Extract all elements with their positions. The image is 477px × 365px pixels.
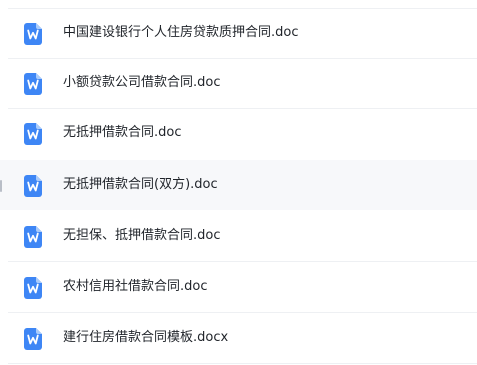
divider bbox=[8, 363, 477, 364]
file-name[interactable]: 无抵押借款合同(双方).doc bbox=[63, 160, 218, 210]
word-doc-icon bbox=[24, 175, 42, 197]
divider bbox=[8, 261, 477, 262]
file-row-3[interactable]: 无抵押借款合同.doc bbox=[0, 109, 477, 157]
file-row-5[interactable]: 无担保、抵押借款合同.doc bbox=[0, 212, 477, 260]
file-row-1[interactable]: 中国建设银行个人住房贷款质押合同.doc bbox=[0, 9, 477, 57]
file-row-4[interactable]: 无抵押借款合同(双方).doc bbox=[0, 160, 477, 210]
file-name[interactable]: 中国建设银行个人住房贷款质押合同.doc bbox=[63, 9, 299, 57]
file-list: 中国建设银行个人住房贷款质押合同.doc 小额贷款公司借款合同.doc 无抵押借… bbox=[0, 0, 477, 365]
file-name[interactable]: 无抵押借款合同.doc bbox=[63, 109, 182, 157]
file-name[interactable]: 建行住房借款合同模板.docx bbox=[63, 314, 228, 362]
word-doc-icon bbox=[24, 73, 42, 95]
word-doc-icon bbox=[24, 328, 42, 350]
word-doc-icon bbox=[24, 277, 42, 299]
hover-marker bbox=[0, 180, 2, 192]
file-name[interactable]: 农村信用社借款合同.doc bbox=[63, 263, 208, 311]
file-row-6[interactable]: 农村信用社借款合同.doc bbox=[0, 263, 477, 311]
word-doc-icon bbox=[24, 123, 42, 145]
file-row-2[interactable]: 小额贷款公司借款合同.doc bbox=[0, 59, 477, 107]
file-name[interactable]: 小额贷款公司借款合同.doc bbox=[63, 59, 221, 107]
word-doc-icon bbox=[24, 226, 42, 248]
word-doc-icon bbox=[24, 23, 42, 45]
file-row-7[interactable]: 建行住房借款合同模板.docx bbox=[0, 314, 477, 362]
file-name[interactable]: 无担保、抵押借款合同.doc bbox=[63, 212, 221, 260]
divider bbox=[8, 312, 477, 313]
